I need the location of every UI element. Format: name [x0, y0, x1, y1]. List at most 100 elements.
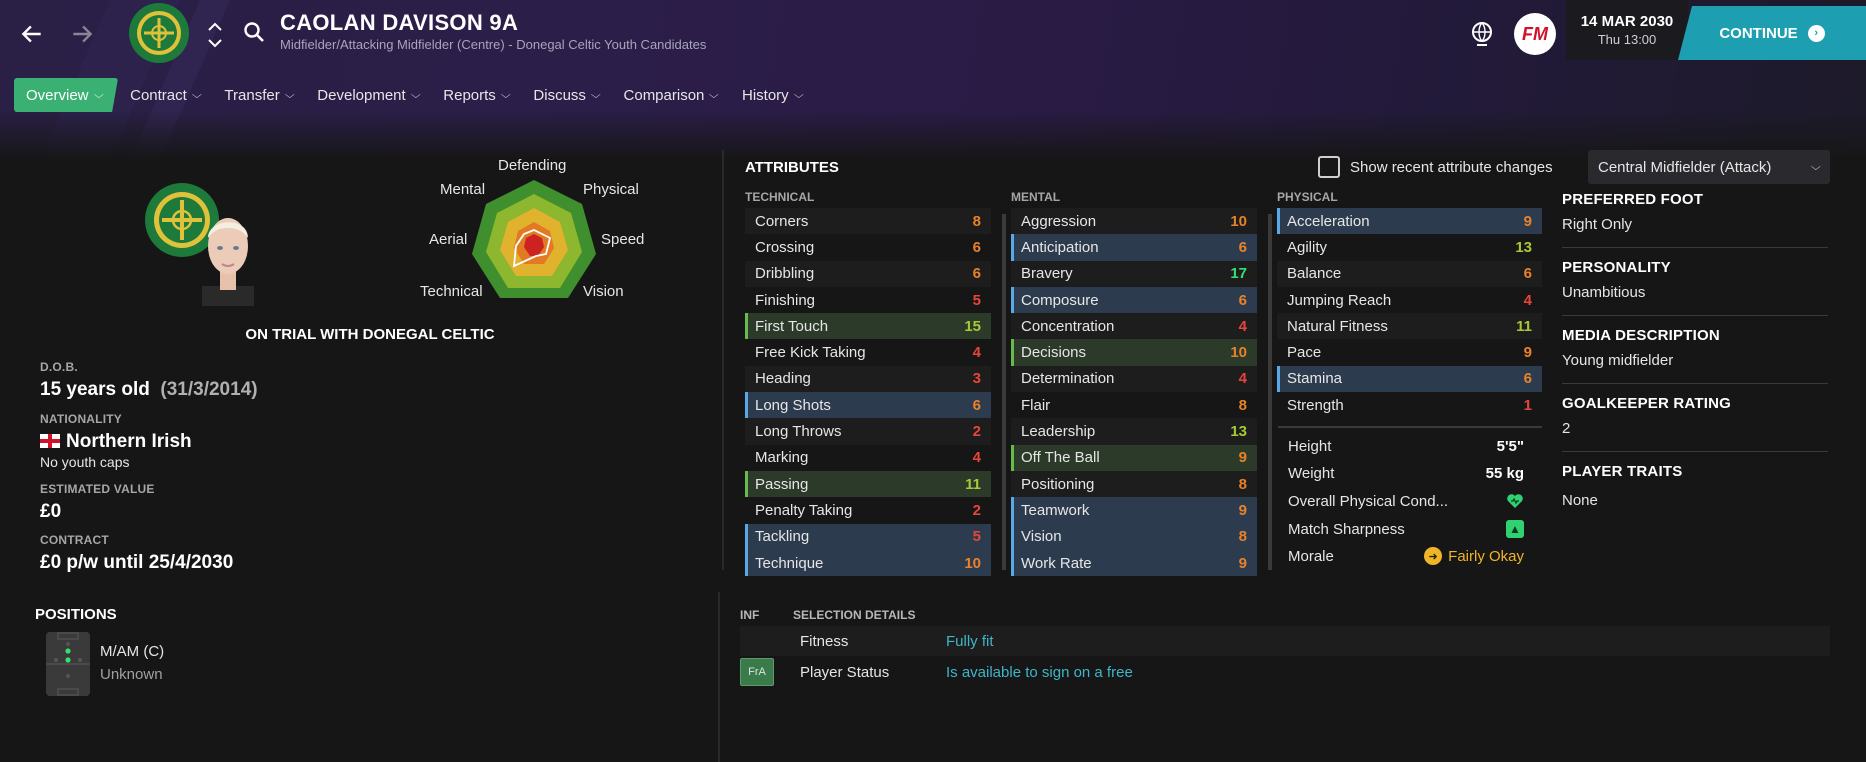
attribute-row[interactable]: Natural Fitness 11 — [1277, 313, 1542, 340]
condition-label: Overall Physical Cond... — [1288, 492, 1449, 510]
attribute-row[interactable]: Bravery 17 — [1011, 260, 1257, 287]
tab-reports[interactable]: Reports ⌵ — [431, 78, 521, 112]
attribute-name: Acceleration — [1287, 212, 1370, 230]
attribute-row[interactable]: Composure 6 — [1011, 286, 1257, 314]
club-crest-icon[interactable] — [128, 2, 190, 64]
tab-discuss[interactable]: Discuss ⌵ — [521, 78, 611, 112]
free-agent-badge[interactable]: FrA — [740, 658, 774, 686]
tab-history[interactable]: History ⌵ — [730, 78, 814, 112]
attribute-name: Leadership — [1021, 423, 1096, 441]
attribute-row[interactable]: Concentration 4 — [1011, 313, 1257, 340]
attribute-row[interactable]: Strength 1 — [1277, 392, 1542, 418]
player-name: CAOLAN DAVISON 9A — [280, 10, 519, 35]
attribute-value: 9 — [1238, 554, 1247, 572]
attribute-name: Positioning — [1021, 475, 1095, 493]
tab-transfer[interactable]: Transfer ⌵ — [212, 78, 305, 112]
world-icon[interactable] — [1468, 20, 1496, 48]
scrollbar[interactable] — [1268, 214, 1272, 570]
forward-button[interactable] — [64, 16, 100, 52]
current-time: Thu 13:00 — [1597, 32, 1657, 47]
birth-date: (31/3/2014) — [160, 379, 258, 400]
attribute-row[interactable]: Dribbling 6 — [745, 260, 991, 287]
attribute-row[interactable]: Long Throws 2 — [745, 418, 991, 445]
attribute-row[interactable]: Determination 4 — [1011, 365, 1257, 393]
tab-contract[interactable]: Contract ⌵ — [118, 78, 212, 112]
attribute-row[interactable]: Work Rate 9 — [1011, 549, 1257, 577]
attribute-name: Aggression — [1021, 212, 1097, 230]
attribute-row[interactable]: Anticipation 6 — [1011, 234, 1257, 261]
attribute-name: Penalty Taking — [755, 501, 853, 519]
attributes-title: ATTRIBUTES — [745, 159, 839, 176]
condition-row[interactable]: Overall Physical Cond... — [1278, 488, 1534, 514]
youth-caps: No youth caps — [40, 454, 130, 470]
show-changes-toggle[interactable]: Show recent attribute changes — [1318, 156, 1553, 178]
date-display[interactable]: 14 MAR 2030 Thu 13:00 — [1566, 0, 1688, 60]
attribute-row[interactable]: Corners 8 — [745, 208, 991, 235]
chevron-right-icon: › — [1807, 24, 1825, 42]
separator — [1562, 383, 1828, 384]
attribute-value: 13 — [1515, 238, 1532, 256]
attribute-row[interactable]: Vision 8 — [1011, 523, 1257, 550]
attribute-row[interactable]: Aggression 10 — [1011, 208, 1257, 235]
attribute-value: 10 — [1230, 212, 1247, 230]
tab-comparison[interactable]: Comparison ⌵ — [612, 78, 730, 112]
attribute-row[interactable]: First Touch 15 — [745, 313, 991, 340]
attribute-row[interactable]: Heading 3 — [745, 365, 991, 393]
pitch-position-icon[interactable] — [46, 632, 90, 696]
tab-overview[interactable]: Overview ⌵ — [14, 78, 118, 112]
current-date: 14 MAR 2030 — [1580, 13, 1674, 30]
tab-label: Development — [317, 86, 406, 104]
attribute-row[interactable]: Free Kick Taking 4 — [745, 339, 991, 365]
attribute-row[interactable]: Finishing 5 — [745, 287, 991, 313]
inf-header: INF — [740, 608, 760, 622]
attribute-value: 6 — [1238, 291, 1247, 309]
role-dropdown[interactable]: Central Midfielder (Attack) ⌵ — [1588, 150, 1830, 184]
attribute-name: Bravery — [1021, 265, 1073, 283]
selection-details-header: SELECTION DETAILS — [793, 608, 916, 622]
tab-development[interactable]: Development ⌵ — [305, 78, 431, 112]
attribute-row[interactable]: Acceleration 9 — [1277, 208, 1542, 235]
attribute-row[interactable]: Stamina 6 — [1277, 365, 1542, 393]
attribute-row[interactable]: Balance 6 — [1277, 260, 1542, 287]
attribute-row[interactable]: Marking 4 — [745, 445, 991, 471]
continue-button[interactable]: CONTINUE › — [1678, 6, 1866, 60]
attribute-name: Pace — [1287, 344, 1322, 362]
attribute-row[interactable]: Teamwork 9 — [1011, 497, 1257, 524]
gk-value: 2 — [1562, 420, 1571, 437]
attribute-row[interactable]: Crossing 6 — [745, 234, 991, 260]
attribute-value: 6 — [1523, 370, 1532, 388]
scrollbar[interactable] — [1002, 214, 1006, 570]
attribute-value: 6 — [1238, 238, 1247, 256]
attribute-row[interactable]: Jumping Reach 4 — [1277, 287, 1542, 313]
attribute-name: Dribbling — [755, 265, 815, 283]
attribute-row[interactable]: Long Shots 6 — [745, 392, 991, 419]
attribute-row[interactable]: Leadership 13 — [1011, 418, 1257, 445]
positions-title: POSITIONS — [35, 606, 117, 623]
morale-row[interactable]: Morale ➜ Fairly Okay — [1278, 543, 1534, 569]
fm-logo[interactable]: FM — [1514, 13, 1556, 55]
attribute-row[interactable]: Tackling 5 — [745, 523, 991, 550]
attribute-row[interactable]: Pace 9 — [1277, 339, 1542, 365]
attribute-name: Jumping Reach — [1287, 291, 1392, 309]
attribute-row[interactable]: Positioning 8 — [1011, 470, 1257, 498]
player-switch-icon[interactable] — [206, 18, 224, 52]
back-button[interactable] — [14, 16, 50, 52]
mental-header: MENTAL — [1011, 190, 1061, 204]
attribute-value: 10 — [1230, 344, 1247, 362]
attribute-row[interactable]: Flair 8 — [1011, 392, 1257, 418]
attribute-row[interactable]: Technique 10 — [745, 549, 991, 577]
fitness-value[interactable]: Fully fit — [946, 633, 994, 650]
nationality-value[interactable]: Northern Irish — [40, 431, 192, 453]
attribute-row[interactable]: Penalty Taking 2 — [745, 497, 991, 523]
weight-label: Weight — [1288, 464, 1335, 482]
trial-status: ON TRIAL WITH DONEGAL CELTIC — [245, 326, 495, 343]
sharpness-row[interactable]: Match Sharpness ▲ — [1278, 516, 1534, 542]
search-icon[interactable] — [242, 20, 266, 44]
attribute-row[interactable]: Decisions 10 — [1011, 339, 1257, 366]
attribute-row[interactable]: Off The Ball 9 — [1011, 444, 1257, 471]
status-value[interactable]: Is available to sign on a free — [946, 664, 1133, 681]
checkbox[interactable] — [1318, 156, 1340, 178]
attribute-row[interactable]: Passing 11 — [745, 470, 991, 498]
attribute-row[interactable]: Agility 13 — [1277, 234, 1542, 260]
chevron-down-icon: ⌵ — [1811, 161, 1822, 173]
